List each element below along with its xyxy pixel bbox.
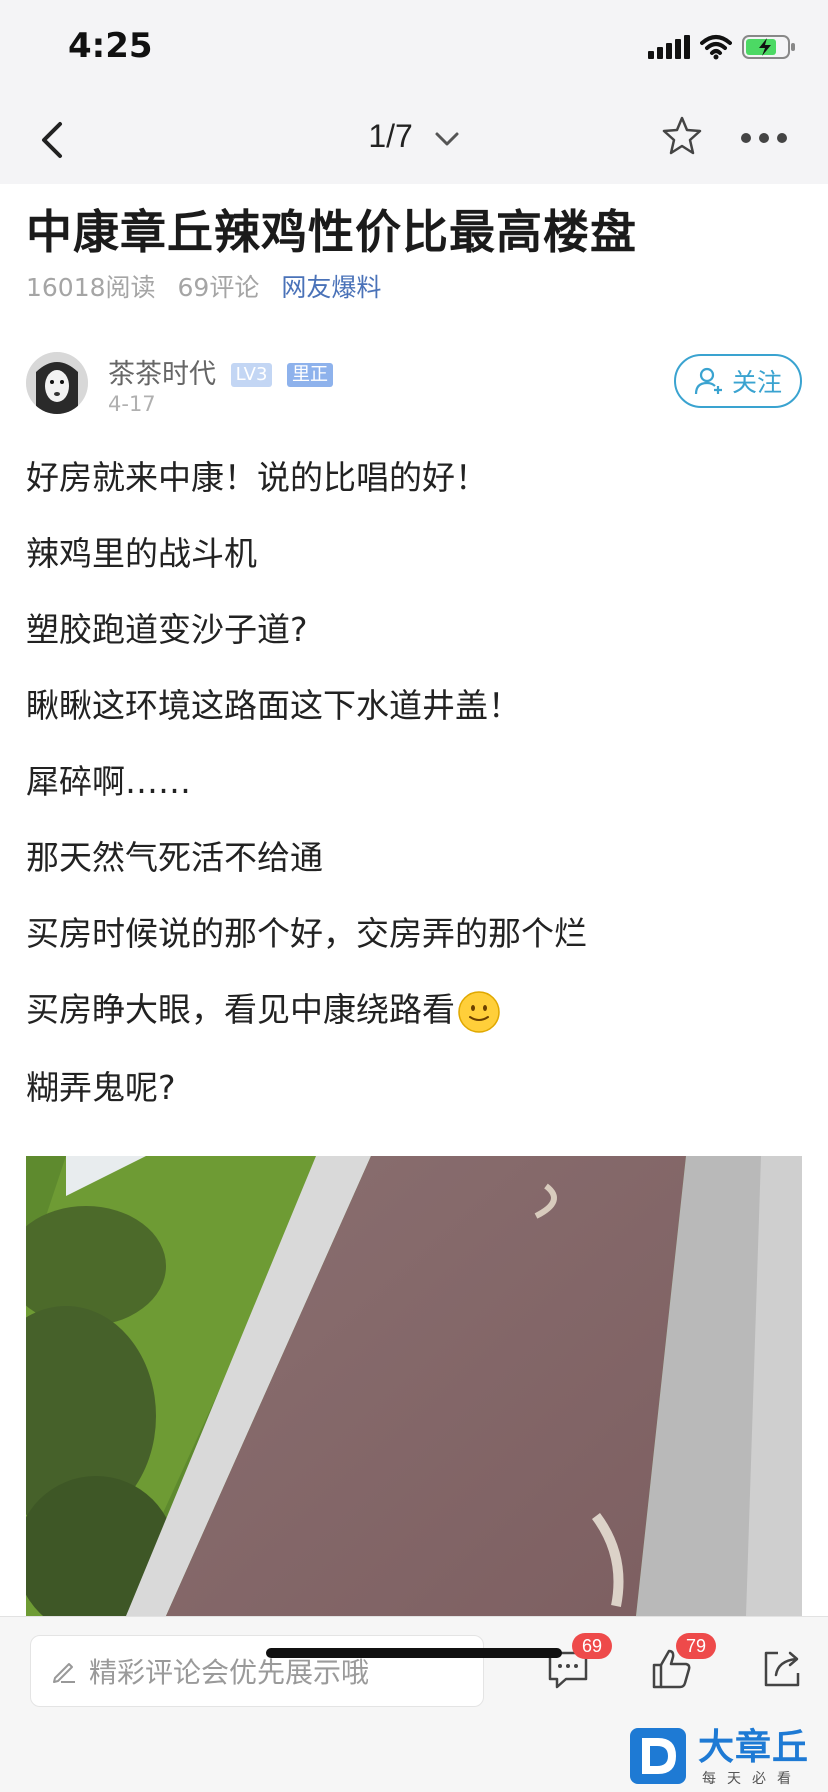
content-line: 瞅瞅这环境这路面这下水道井盖！ <box>26 686 521 725</box>
status-icons <box>648 34 796 60</box>
author-name[interactable]: 茶茶时代 LV3 里正 <box>108 352 334 391</box>
follow-label: 关注 <box>731 368 782 397</box>
battery-icon <box>742 35 795 59</box>
content-line: 辣鸡里的战斗机 <box>26 534 257 573</box>
like-button[interactable]: 79 <box>650 1633 716 1691</box>
more-icon[interactable] <box>740 126 788 150</box>
content-line: 那天然气死活不给通 <box>26 838 323 877</box>
content-line: 买房时候说的那个好，交房弄的那个烂 <box>26 914 587 953</box>
d-logo-icon <box>630 1728 686 1784</box>
watermark-logo: 大章丘 每天必看 <box>628 1718 828 1792</box>
status-bar: 4:25 <box>0 0 828 96</box>
like-count-badge: 79 <box>676 1633 716 1659</box>
logo-slogan: 每天必看 <box>702 1771 802 1787</box>
content-line: 塑胶跑道变沙子道? <box>26 610 308 649</box>
article-title: 中康章丘辣鸡性价比最高楼盘 <box>26 205 637 259</box>
article-content: 好房就来中康！说的比唱的好！ 辣鸡里的战斗机 塑胶跑道变沙子道? 瞅瞅这环境这路… <box>26 456 802 1142</box>
logo-name: 大章丘 <box>698 1727 810 1768</box>
post-date: 4-17 <box>108 392 156 416</box>
page-indicator-label: 1/7 <box>368 118 413 154</box>
nav-bar: 1/7 <box>0 96 828 184</box>
status-time: 4:25 <box>68 26 153 66</box>
wifi-icon <box>700 35 732 60</box>
chevron-down-icon <box>435 132 459 146</box>
category-tag[interactable]: 网友爆料 <box>281 268 381 304</box>
smiley-icon <box>458 990 500 1033</box>
add-user-icon <box>694 367 722 395</box>
article-meta: 16018阅读 69评论 网友爆料 <box>26 268 381 304</box>
article-photo[interactable] <box>26 1156 802 1616</box>
content-line: 买房睁大眼，看见中康绕路看 <box>26 990 455 1029</box>
follow-button[interactable]: 关注 <box>674 354 802 408</box>
comment-count-text: 69评论 <box>177 273 260 302</box>
comment-input[interactable]: 精彩评论会优先展示哦 <box>30 1635 484 1707</box>
content-line-with-emoji: 买房睁大眼，看见中康绕路看 <box>26 988 802 1034</box>
share-icon <box>764 1651 800 1687</box>
favorite-star-icon[interactable] <box>660 114 704 158</box>
author-row: 茶茶时代 LV3 里正 4-17 关注 <box>26 350 802 420</box>
level-badge: LV3 <box>230 363 273 387</box>
home-indicator <box>266 1648 562 1658</box>
pencil-icon <box>53 1663 75 1683</box>
author-name-text: 茶茶时代 <box>108 359 216 390</box>
content-line: 糊弄鬼呢? <box>26 1067 176 1107</box>
title-badge: 里正 <box>287 363 334 387</box>
comment-count-badge: 69 <box>572 1633 612 1659</box>
content-line: 犀碎啊…… <box>26 762 191 801</box>
avatar[interactable] <box>26 352 88 414</box>
share-button[interactable] <box>760 1647 804 1691</box>
content-line: 好房就来中康！说的比唱的好！ <box>26 458 488 497</box>
read-count: 16018阅读 <box>26 273 156 302</box>
signal-icon <box>648 35 690 59</box>
